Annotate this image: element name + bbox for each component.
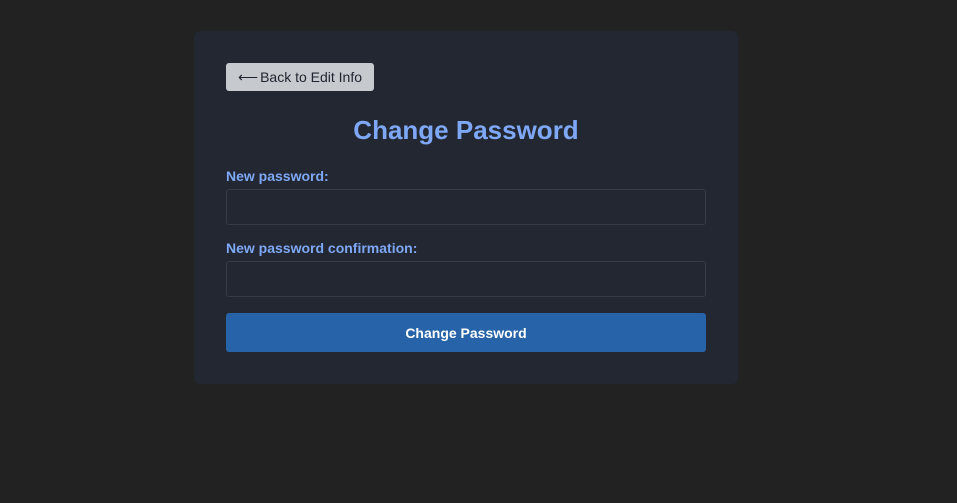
new-password-confirmation-label: New password confirmation: — [226, 240, 418, 256]
change-password-button[interactable]: Change Password — [226, 313, 706, 352]
back-to-edit-info-button[interactable]: ⟵ Back to Edit Info — [226, 63, 375, 91]
change-password-card: ⟵ Back to Edit Info Change Password New … — [194, 31, 738, 384]
new-password-label: New password: — [226, 168, 329, 184]
new-password-field[interactable] — [226, 189, 706, 225]
new-password-confirmation-field[interactable] — [226, 261, 706, 297]
arrow-left-icon: ⟵ — [238, 69, 259, 85]
back-button-label: Back to Edit Info — [260, 69, 363, 85]
page-title: Change Password — [353, 115, 579, 145]
